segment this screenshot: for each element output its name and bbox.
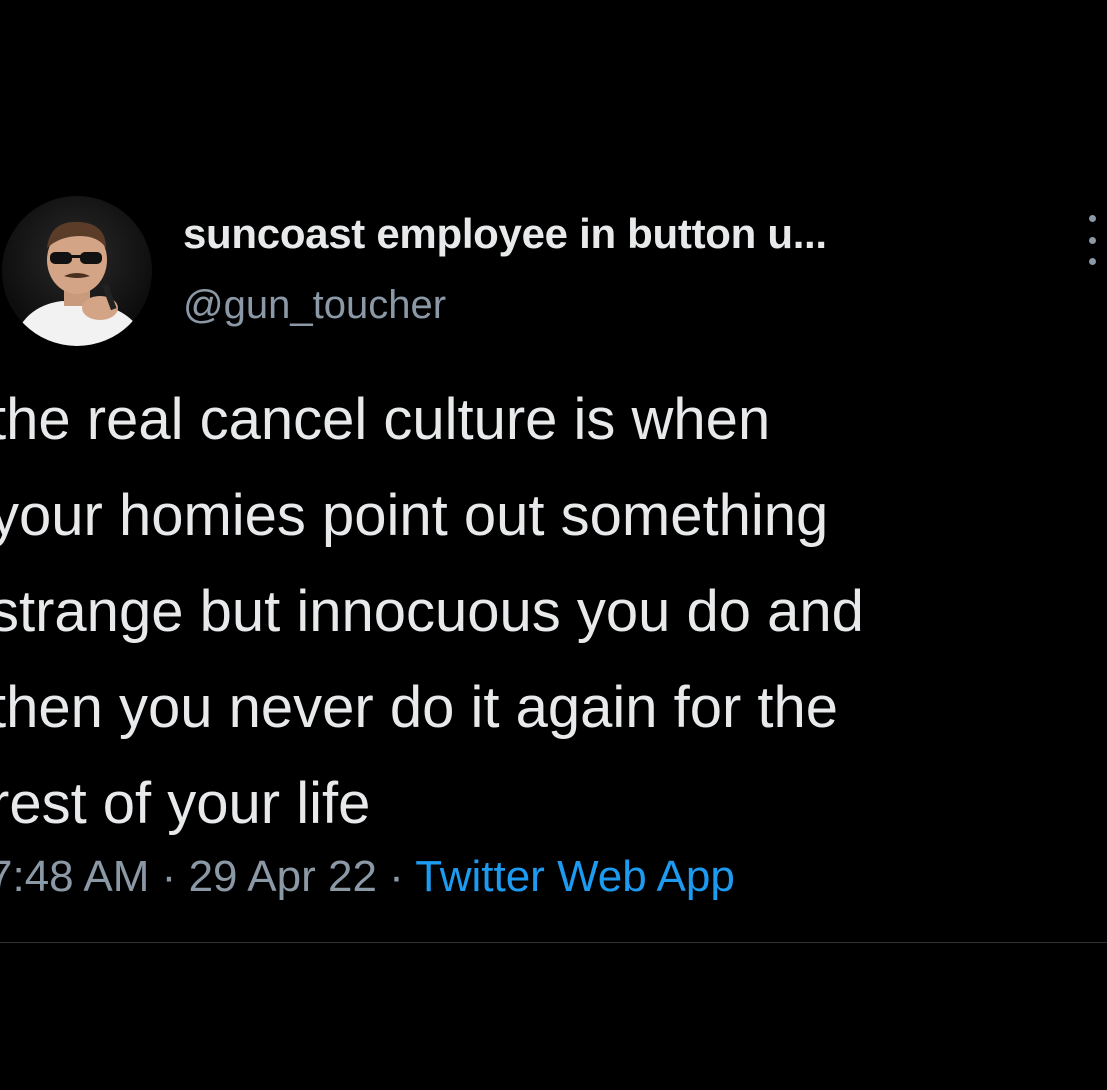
tweet-source-link[interactable]: Twitter Web App [415,852,735,901]
tweet-text-line: rest of your life [0,771,371,836]
more-icon[interactable] [1080,215,1104,265]
tweet-text-line: your homies point out something [0,483,829,548]
tweet-time[interactable]: 7:48 AM [0,852,149,901]
divider [0,942,1107,943]
more-dot [1088,236,1096,244]
more-dot [1088,258,1096,265]
meta-separator: · [389,852,404,901]
author-avatar[interactable] [2,196,152,346]
author-display-name[interactable]: suncoast employee in button u... [183,210,827,258]
meta-separator: · [161,852,177,901]
author-handle[interactable]: @gun_toucher [183,283,446,328]
tweet-text-line: then you never do it again for the [0,675,839,740]
tweet-date[interactable]: 29 Apr 22 [189,852,377,901]
tweet-metadata: 7:48 AM · 29 Apr 22 · Twitter Web App [0,852,735,902]
tweet-text-line: the real cancel culture is when [0,387,771,452]
more-dot [1088,215,1096,222]
tweet-text: the real cancel culture is when your hom… [0,372,1107,852]
tweet-text-line: strange but innocuous you do and [0,579,864,644]
